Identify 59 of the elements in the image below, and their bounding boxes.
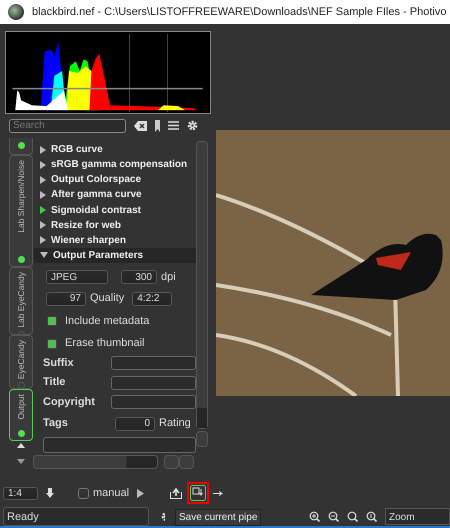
zoom-out-icon[interactable] xyxy=(328,510,339,522)
horizontal-scrollbar[interactable] xyxy=(33,454,158,469)
vertical-tab[interactable]: Lab EyeCandy xyxy=(9,266,33,335)
module-header[interactable]: sRGB gamma compensation xyxy=(34,157,196,172)
checkbox-label: manual xyxy=(93,486,130,501)
up-arrow-icon[interactable] xyxy=(17,442,25,448)
dpi-field[interactable]: 300 xyxy=(121,270,157,284)
arrow-right-icon[interactable] xyxy=(213,490,224,496)
checkbox-label: Erase thumbnail xyxy=(65,336,144,352)
quality-field[interactable]: 97 xyxy=(46,292,86,306)
zoom-fit-icon[interactable] xyxy=(366,510,377,522)
checkbox[interactable] xyxy=(47,338,57,349)
tooltip-text: Save current pipe xyxy=(175,509,262,526)
checkbox[interactable] xyxy=(47,316,57,326)
vertical-tab[interactable]: Lab Sharpen/Noise xyxy=(9,154,33,267)
field-label: Suffix xyxy=(43,356,75,371)
module-header[interactable]: Output Colorspace xyxy=(34,172,196,188)
text-field[interactable] xyxy=(111,376,196,390)
checkbox[interactable] xyxy=(78,488,89,499)
module-header[interactable]: Sigmoidal contrast xyxy=(34,202,196,218)
play-icon[interactable] xyxy=(137,488,144,498)
scrollbar-thumb[interactable] xyxy=(197,408,207,428)
rating-field[interactable]: 0 xyxy=(115,416,155,431)
app-icon xyxy=(8,4,24,20)
field-label: Rating xyxy=(159,416,191,432)
menu-icon[interactable] xyxy=(168,121,179,130)
module-header[interactable]: Resize for web xyxy=(34,218,196,233)
down-arrow-icon[interactable] xyxy=(17,459,25,464)
module-header[interactable]: Output Parameters xyxy=(34,248,196,263)
status-dot xyxy=(18,142,24,149)
field-label: Copyright xyxy=(43,394,96,410)
tags-text-area[interactable] xyxy=(43,436,196,453)
export-icon[interactable] xyxy=(170,488,182,499)
text-field[interactable] xyxy=(111,356,196,370)
text-field[interactable] xyxy=(111,395,196,410)
field-label: Tags xyxy=(43,416,69,432)
zoom-in-icon[interactable] xyxy=(309,510,320,522)
field-label: Quality xyxy=(90,291,124,306)
format-dropdown[interactable]: JPEG xyxy=(46,270,108,284)
zoom-field[interactable]: Zoom xyxy=(385,508,450,525)
vertical-tab[interactable] xyxy=(9,138,33,155)
down-arrow-icon[interactable] xyxy=(46,488,54,498)
window-title: blackbird.nef - C:\Users\LISTOFFREEWARE\Downloads\NEF Sample FIles - Photivo xyxy=(32,4,446,20)
vertical-tab[interactable]: Output xyxy=(9,388,33,441)
field-label: Title xyxy=(43,375,66,390)
zoom-icon[interactable] xyxy=(347,510,358,522)
scale-dropdown[interactable]: 1:4 xyxy=(3,486,38,500)
sampling-dropdown[interactable]: 4:2:2 xyxy=(132,292,172,306)
module-header[interactable]: After gamma curve xyxy=(34,187,196,202)
bookmark-icon[interactable] xyxy=(155,120,160,132)
module-header[interactable]: RGB curve xyxy=(34,142,196,158)
clear-icon[interactable] xyxy=(134,120,147,131)
status-field: Ready xyxy=(3,506,149,526)
save-pipe-button[interactable] xyxy=(187,482,210,504)
unit-label: dpi xyxy=(161,270,176,285)
vertical-tab[interactable]: EyeCandy xyxy=(9,334,33,389)
histogram-area xyxy=(15,90,68,110)
search-field[interactable]: Search xyxy=(9,118,126,133)
checkbox-label: Include metadata xyxy=(65,314,150,329)
